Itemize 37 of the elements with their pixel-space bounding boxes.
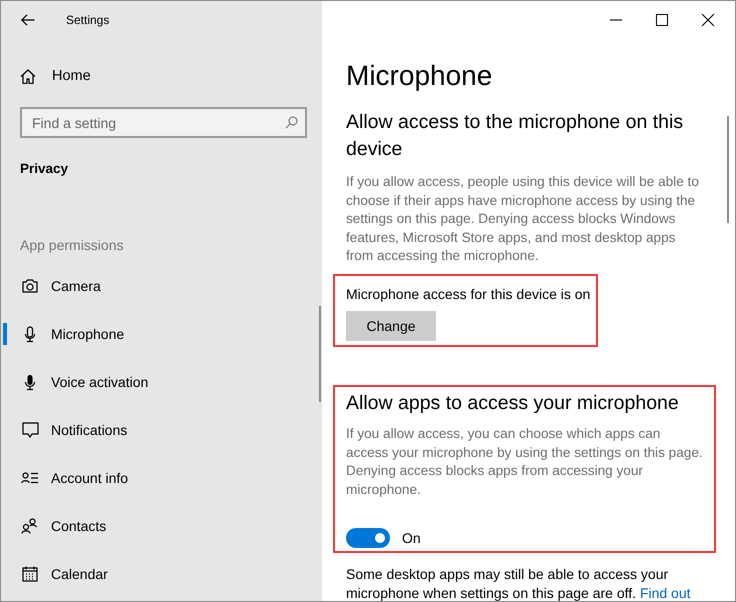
microphone-icon [24, 326, 36, 342]
access-status: Microphone access for this device is on [346, 284, 590, 304]
toggle-label: On [402, 530, 421, 546]
note-text: Some desktop apps may still be able to access your microphone when settings on this page are off. Find out [346, 565, 692, 601]
contacts-icon [21, 518, 39, 534]
nav-item[interactable]: Voice activation [1, 358, 301, 406]
home-nav-item[interactable]: Home [1, 56, 91, 96]
group-label: App permissions [20, 236, 124, 255]
page-title: Microphone [346, 59, 492, 93]
scrollbar[interactable] [319, 306, 321, 402]
nav-item[interactable]: Contacts [1, 502, 301, 550]
nav-item[interactable]: Camera [1, 262, 301, 310]
nav-item[interactable]: Microphone [1, 310, 301, 358]
microphone-icon [24, 374, 36, 390]
nav-item[interactable]: Account info [1, 454, 301, 502]
search-icon [285, 116, 298, 129]
nav-item[interactable]: Notifications [1, 406, 301, 454]
scrollbar[interactable] [727, 116, 729, 223]
home-icon [20, 68, 36, 84]
change-button[interactable]: Change [346, 310, 436, 341]
search-field[interactable]: Find a setting [20, 107, 307, 138]
nav-item[interactable]: Calendar [1, 550, 301, 598]
maximize-icon[interactable] [654, 12, 670, 28]
camera-icon [22, 279, 38, 293]
section-description: If you allow access, you can choose which apps can access your microphone by using the settings on this page. Denying access blocks apps from accessing your microphone. [346, 424, 704, 499]
toggle-switch[interactable] [346, 528, 390, 548]
account-info-icon [21, 472, 39, 484]
window-title: Settings [66, 12, 110, 26]
section-description: If you allow access, people using this device will be able to choose if their apps have microphone access by using the settings on this page. Denying access blocks Windows features, Microsoft Store apps, and most desktop apps from accessing the microphone. [346, 173, 700, 266]
section-heading: Privacy [20, 160, 68, 178]
calendar-icon [22, 566, 38, 582]
find-out-link[interactable]: Find out [640, 585, 691, 601]
section-heading: Allow apps to access your microphone [346, 390, 680, 416]
close-icon[interactable] [700, 12, 716, 28]
back-arrow-icon[interactable] [21, 14, 35, 26]
section-heading: Allow access to the microphone on this device [346, 110, 684, 162]
speech-bubble-icon [22, 422, 38, 438]
